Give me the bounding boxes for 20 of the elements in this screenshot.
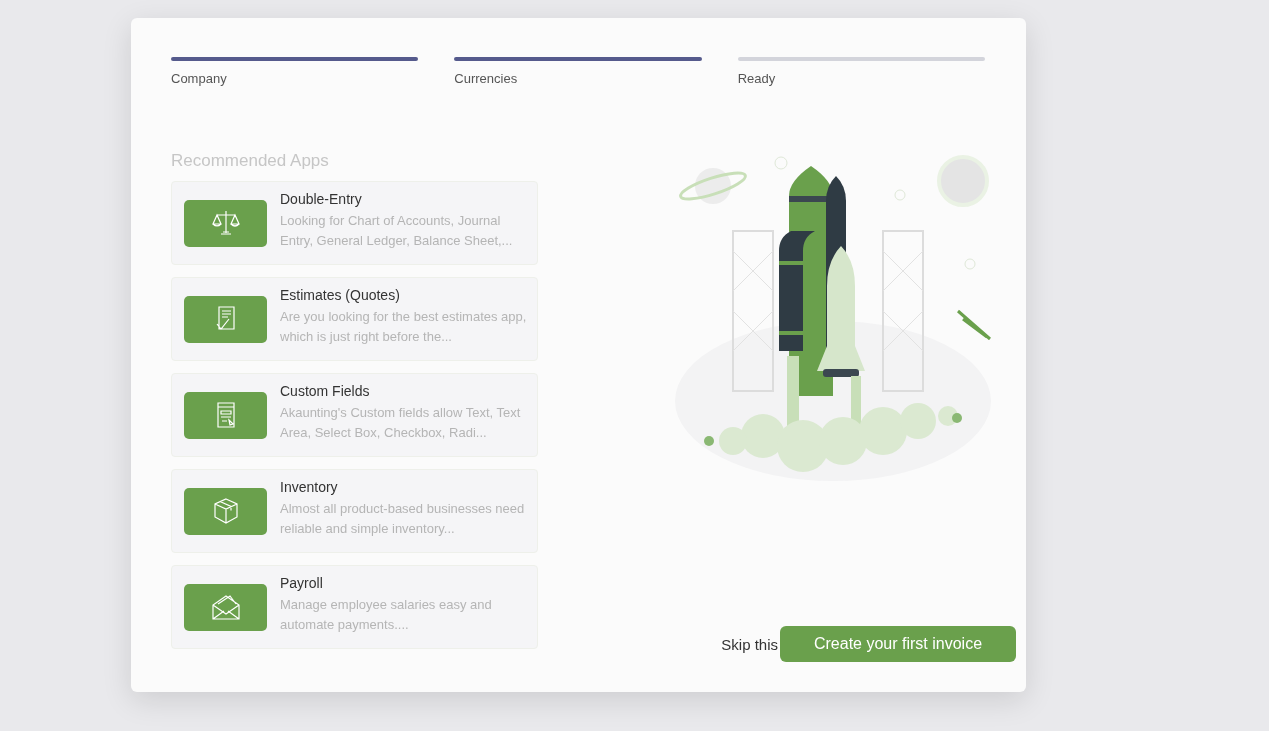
app-name: Payroll	[280, 575, 324, 591]
app-name: Inventory	[280, 479, 339, 495]
step-label: Ready	[737, 71, 777, 86]
app-description: Almost all product-based businesses need reliable and simple inventory...	[280, 500, 526, 538]
app-card[interactable]: Custom Fields Akaunting's Custom fields allow Text, Text Area, Select Box, Checkbox, Radi...	[171, 373, 538, 457]
app-name: Estimates (Quotes)	[280, 287, 401, 303]
app-name: Double-Entry	[280, 191, 363, 207]
app-description: Looking for Chart of Accounts, Journal Entry, General Ledger, Balance Sheet,...	[280, 212, 514, 250]
app-description: Are you looking for the best estimates app, which is just right before the...	[280, 308, 528, 346]
app-description: Akaunting's Custom fields allow Text, Text Area, Select Box, Checkbox, Radi...	[280, 404, 522, 442]
app-card[interactable]: Payroll Manage employee salaries easy and automate payments....	[171, 565, 538, 649]
scales-icon	[210, 208, 241, 238]
skip-link[interactable]: Skip this	[721, 635, 778, 653]
step-label: Company	[171, 71, 228, 86]
app-card[interactable]: Inventory Almost all product-based businesses need reliable and simple inventory...	[171, 469, 538, 553]
step-label: Currencies	[454, 71, 519, 86]
app-description: Manage employee salaries easy and automate payments....	[280, 596, 493, 634]
app-card[interactable]: Estimates (Quotes) Are you looking for the best estimates app, which is just right before the...	[171, 277, 538, 361]
app-card[interactable]: Double-Entry Looking for Chart of Accounts, Journal Entry, General Ledger, Balance Sheet,...	[171, 181, 538, 265]
app-name: Custom Fields	[280, 383, 371, 399]
